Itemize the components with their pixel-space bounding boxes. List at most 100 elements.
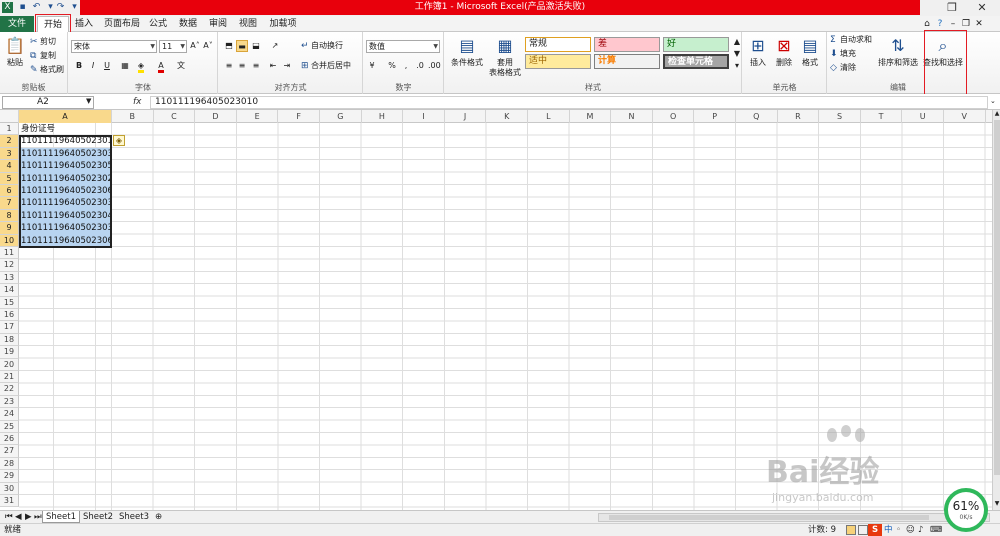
page-layout-icon[interactable]: [858, 525, 868, 535]
sheet-tab-1[interactable]: Sheet1: [42, 511, 80, 523]
row-header-8[interactable]: 8: [0, 209, 19, 223]
row-header-5[interactable]: 5: [0, 172, 19, 185]
fill-color-icon[interactable]: ◈: [135, 60, 147, 73]
style-check-cell[interactable]: 检查单元格: [663, 54, 729, 69]
row-header-3[interactable]: 3: [0, 147, 19, 161]
align-center-icon[interactable]: ≡: [236, 60, 248, 72]
row-header-9[interactable]: 9: [0, 222, 19, 235]
row-header-11[interactable]: 11: [0, 247, 19, 260]
format-as-table-button[interactable]: ▦ 套用 表格格式: [485, 36, 525, 78]
ime-voice-icon[interactable]: ♪: [918, 524, 923, 536]
row-header-7[interactable]: 7: [0, 197, 19, 210]
column-header-h[interactable]: H: [362, 110, 404, 123]
row-header-31[interactable]: 31: [0, 495, 19, 508]
column-header-d[interactable]: D: [195, 110, 237, 123]
style-normal[interactable]: 常规: [525, 37, 591, 52]
cut-button[interactable]: ✂ 剪切: [30, 36, 56, 48]
row-header-4[interactable]: 4: [0, 160, 19, 173]
tab-view[interactable]: 视图: [236, 16, 260, 32]
row-header-22[interactable]: 22: [0, 383, 19, 396]
close-icon[interactable]: ✕: [970, 0, 994, 16]
expand-formula-icon[interactable]: ⌄: [990, 97, 996, 105]
formula-input[interactable]: 110111196405023010: [150, 96, 988, 109]
tab-addins[interactable]: 加载项: [266, 16, 300, 32]
tab-insert[interactable]: 插入: [72, 16, 96, 32]
tab-page-layout[interactable]: 页面布局: [102, 16, 142, 32]
autosum-button[interactable]: Σ 自动求和: [830, 34, 872, 46]
row-header-6[interactable]: 6: [0, 185, 19, 198]
row-header-1[interactable]: 1: [0, 123, 19, 136]
sheet-tab-2[interactable]: Sheet2: [80, 511, 116, 523]
insert-function-button[interactable]: fx: [133, 95, 149, 109]
row-header-10[interactable]: 10: [0, 234, 19, 247]
paste-button[interactable]: 📋 粘贴: [2, 36, 28, 68]
ime-punct-icon[interactable]: ◦: [896, 524, 901, 536]
increase-indent-icon[interactable]: ⇥: [281, 60, 293, 72]
insert-cells-button[interactable]: ⊞ 插入: [745, 36, 771, 68]
row-header-17[interactable]: 17: [0, 321, 19, 334]
row-header-16[interactable]: 16: [0, 309, 19, 322]
column-header-s[interactable]: S: [819, 110, 861, 123]
column-header-e[interactable]: E: [237, 110, 279, 123]
name-box-chevron-icon[interactable]: ▼: [86, 97, 91, 105]
vertical-scrollbar[interactable]: ▲ ▼: [992, 110, 1000, 510]
copy-button[interactable]: ⧉ 复制: [30, 50, 56, 62]
styles-scroll-down-icon[interactable]: ▼: [731, 48, 743, 60]
row-header-29[interactable]: 29: [0, 470, 19, 483]
redo-icon[interactable]: ↷: [55, 2, 66, 13]
delete-cells-button[interactable]: ⊠ 删除: [771, 36, 797, 68]
style-bad[interactable]: 差: [594, 37, 660, 52]
bold-button[interactable]: B: [73, 60, 85, 72]
format-painter-button[interactable]: ✎ 格式刷: [30, 64, 64, 76]
column-header-b[interactable]: B: [112, 110, 154, 123]
row-header-13[interactable]: 13: [0, 271, 19, 285]
comma-style-icon[interactable]: ,: [400, 60, 412, 72]
sort-filter-button[interactable]: ⇅ 排序和筛选: [878, 36, 918, 68]
row-header-20[interactable]: 20: [0, 358, 19, 371]
styles-more-icon[interactable]: ▾: [731, 60, 743, 72]
increase-decimal-icon[interactable]: .0: [414, 60, 426, 72]
grow-font-icon[interactable]: A˄: [189, 40, 201, 52]
align-left-icon[interactable]: ≡: [223, 60, 235, 72]
style-calculation[interactable]: 计算: [594, 54, 660, 69]
row-header-30[interactable]: 30: [0, 482, 19, 495]
align-middle-icon[interactable]: ▬: [236, 40, 248, 52]
undo-icon[interactable]: ↶: [31, 2, 42, 13]
normal-view-icon[interactable]: [846, 525, 856, 535]
tab-review[interactable]: 审阅: [206, 16, 230, 32]
row-header-2[interactable]: 2: [0, 135, 19, 148]
sogou-s-icon[interactable]: S: [868, 524, 882, 536]
currency-icon[interactable]: ¥: [366, 60, 378, 72]
row-header-18[interactable]: 18: [0, 333, 19, 347]
row-header-25[interactable]: 25: [0, 420, 19, 433]
row-header-14[interactable]: 14: [0, 284, 19, 297]
column-header-m[interactable]: M: [570, 110, 612, 123]
column-header-i[interactable]: I: [403, 110, 445, 123]
restore-icon[interactable]: ❐: [940, 0, 964, 16]
column-header-l[interactable]: L: [528, 110, 570, 123]
clear-button[interactable]: ◇ 清除: [830, 62, 856, 74]
scroll-down-icon[interactable]: ▼: [993, 500, 1000, 508]
shrink-font-icon[interactable]: A˅: [202, 40, 214, 52]
column-header-a[interactable]: A: [19, 110, 112, 123]
column-header-j[interactable]: J: [445, 110, 487, 123]
column-header-u[interactable]: U: [902, 110, 944, 123]
orientation-icon[interactable]: ↗: [269, 40, 281, 52]
ime-emoji-icon[interactable]: ☺: [906, 524, 915, 536]
insert-sheet-icon[interactable]: ⊕: [152, 511, 165, 523]
network-speed-widget[interactable]: 61% 0K/s: [944, 488, 988, 532]
column-header-g[interactable]: G: [320, 110, 362, 123]
horizontal-scrollbar[interactable]: [598, 513, 990, 522]
column-header-q[interactable]: Q: [736, 110, 778, 123]
style-good[interactable]: 好: [663, 37, 729, 52]
merge-center-button[interactable]: ⊞ 合并后居中: [301, 60, 351, 72]
paste-options-icon[interactable]: ◈: [113, 135, 125, 147]
column-header-n[interactable]: N: [611, 110, 653, 123]
name-box[interactable]: A2: [2, 96, 94, 109]
font-size-select[interactable]: 11 ▼: [159, 40, 187, 53]
ime-keyboard-icon[interactable]: ⌨: [930, 524, 942, 536]
decrease-indent-icon[interactable]: ⇤: [267, 60, 279, 72]
column-header-k[interactable]: K: [486, 110, 528, 123]
styles-scroll-up-icon[interactable]: ▲: [731, 36, 743, 48]
row-header-23[interactable]: 23: [0, 395, 19, 409]
